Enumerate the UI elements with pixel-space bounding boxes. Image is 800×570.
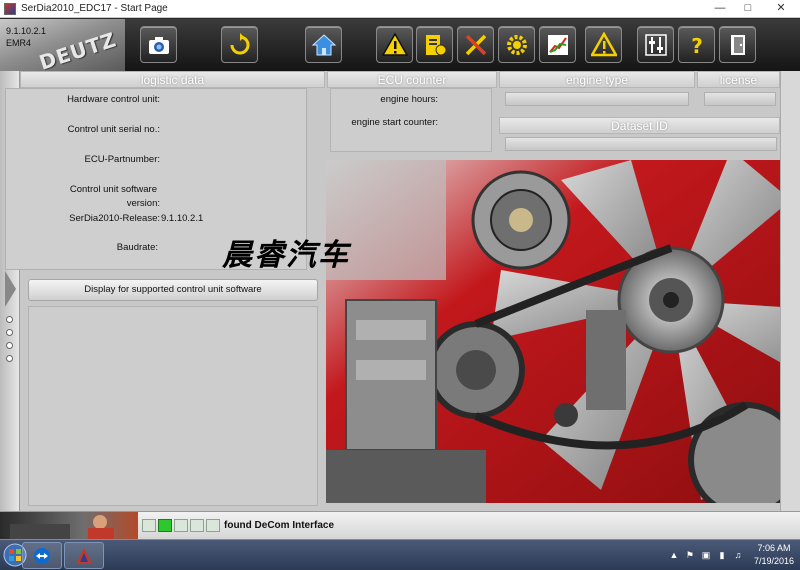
- home-icon: [311, 33, 336, 55]
- release-value: 9.1.10.2.1: [161, 213, 204, 224]
- rail-dot[interactable]: [6, 329, 13, 336]
- camera-button[interactable]: [140, 26, 177, 63]
- release-label: SerDia2010-Release:: [69, 213, 160, 224]
- engine-type-header: engine type: [499, 71, 695, 88]
- graph-button[interactable]: [539, 26, 576, 63]
- rail-dot[interactable]: [6, 355, 13, 362]
- status-led: [174, 519, 188, 532]
- ecu-partnumber-label: ECU-Partnumber:: [84, 154, 161, 165]
- teamviewer-icon: [34, 547, 50, 564]
- gear-icon: [506, 34, 527, 55]
- software-list-panel: [28, 306, 318, 506]
- tray-flag-icon[interactable]: ⚑: [684, 549, 696, 561]
- maximize-button[interactable]: □: [734, 0, 762, 18]
- tools-button[interactable]: [457, 26, 494, 63]
- svg-text:?: ?: [691, 34, 703, 58]
- deutz-logo-text: DEUTZ: [36, 27, 120, 71]
- rail-dot[interactable]: [6, 316, 13, 323]
- software-label-line2: version:: [126, 198, 160, 209]
- alert-button[interactable]: [585, 26, 622, 63]
- taskbar-clock[interactable]: 7:06 AM 7/19/2016: [754, 542, 794, 568]
- status-led: [190, 519, 204, 532]
- status-led: [158, 519, 172, 532]
- watermark-text: 晨睿汽车: [222, 238, 350, 273]
- dataset-id-value: [505, 137, 777, 151]
- serial-label: Control unit serial no.:: [67, 124, 160, 135]
- graph-icon: [547, 34, 568, 55]
- version-label: 9.1.10.2.1: [6, 26, 47, 36]
- close-button[interactable]: ✕: [762, 0, 800, 18]
- toolbar: 9.1.10.2.1 EMR4 DEUTZ ?: [0, 19, 800, 71]
- engine-photo: [326, 160, 780, 503]
- window-titlebar: SerDia2010_EDC17 - Start Page — □ ✕: [0, 0, 800, 18]
- taskbar-teamviewer[interactable]: [22, 542, 62, 569]
- tools-icon: [465, 34, 486, 55]
- clock-time: 7:06 AM: [757, 543, 791, 553]
- dataset-id-header: Dataset ID: [499, 117, 780, 134]
- status-bar: found DeCom Interface: [0, 511, 800, 540]
- exit-icon: [730, 34, 745, 55]
- taskbar-serdia[interactable]: [64, 542, 104, 569]
- sliders-icon: [644, 33, 667, 56]
- tray-volume-icon[interactable]: ♫: [732, 549, 744, 561]
- tray-arrow-icon[interactable]: ▲: [668, 549, 680, 561]
- taskbar: ▲ ⚑ ▣ ▮ ♫ 7:06 AM 7/19/2016: [0, 539, 800, 570]
- module-label: EMR4: [6, 38, 32, 48]
- tray-network-icon[interactable]: ▮: [716, 549, 728, 561]
- software-label-line1: Control unit software: [69, 184, 157, 195]
- window-title: SerDia2010_EDC17 - Start Page: [21, 3, 168, 14]
- system-tray: ▲ ⚑ ▣ ▮ ♫ 7:06 AM 7/19/2016: [668, 542, 794, 568]
- ecu-counter-header: ECU counter: [327, 71, 497, 88]
- home-button[interactable]: [305, 26, 342, 63]
- status-led: [142, 519, 156, 532]
- license-header: license: [697, 71, 780, 88]
- status-led: [206, 519, 220, 532]
- refresh-icon: [230, 32, 249, 54]
- status-message: found DeCom Interface: [224, 520, 335, 531]
- help-button[interactable]: ?: [678, 26, 715, 63]
- connection-leds: [142, 519, 220, 532]
- warning-button[interactable]: [376, 26, 413, 63]
- engine-hours-label: engine hours:: [380, 94, 438, 105]
- hardware-label: Hardware control unit:: [67, 94, 160, 105]
- help-icon: ?: [691, 34, 703, 58]
- warning-icon: [381, 31, 408, 56]
- minimize-button[interactable]: —: [706, 0, 734, 18]
- settings-button[interactable]: [498, 26, 535, 63]
- clock-date: 7/19/2016: [753, 556, 794, 566]
- alert-icon: [590, 31, 617, 56]
- engine-type-value: [505, 92, 689, 106]
- exit-button[interactable]: [719, 26, 756, 63]
- rail-dot[interactable]: [6, 342, 13, 349]
- license-value: [704, 92, 776, 106]
- parameters-button[interactable]: [416, 26, 453, 63]
- engine-start-counter-label: engine start counter:: [351, 117, 438, 128]
- serdia-icon: [76, 547, 92, 564]
- baudrate-label: Baudrate:: [116, 242, 158, 253]
- adjust-button[interactable]: [637, 26, 674, 63]
- brand-logo: 9.1.10.2.1 EMR4 DEUTZ: [0, 19, 125, 71]
- app-icon: [4, 2, 16, 15]
- display-supported-software-button[interactable]: Display for supported control unit softw…: [28, 279, 318, 301]
- tray-device-icon[interactable]: ▣: [700, 549, 712, 561]
- logistic-data-header: logistic data: [20, 71, 325, 88]
- right-scroll-area: [780, 71, 800, 511]
- rail-expand-arrow[interactable]: [5, 271, 16, 307]
- parameters-icon: [425, 34, 446, 55]
- status-banner-image: [0, 512, 138, 540]
- refresh-button[interactable]: [221, 26, 258, 63]
- camera-icon: [148, 36, 169, 54]
